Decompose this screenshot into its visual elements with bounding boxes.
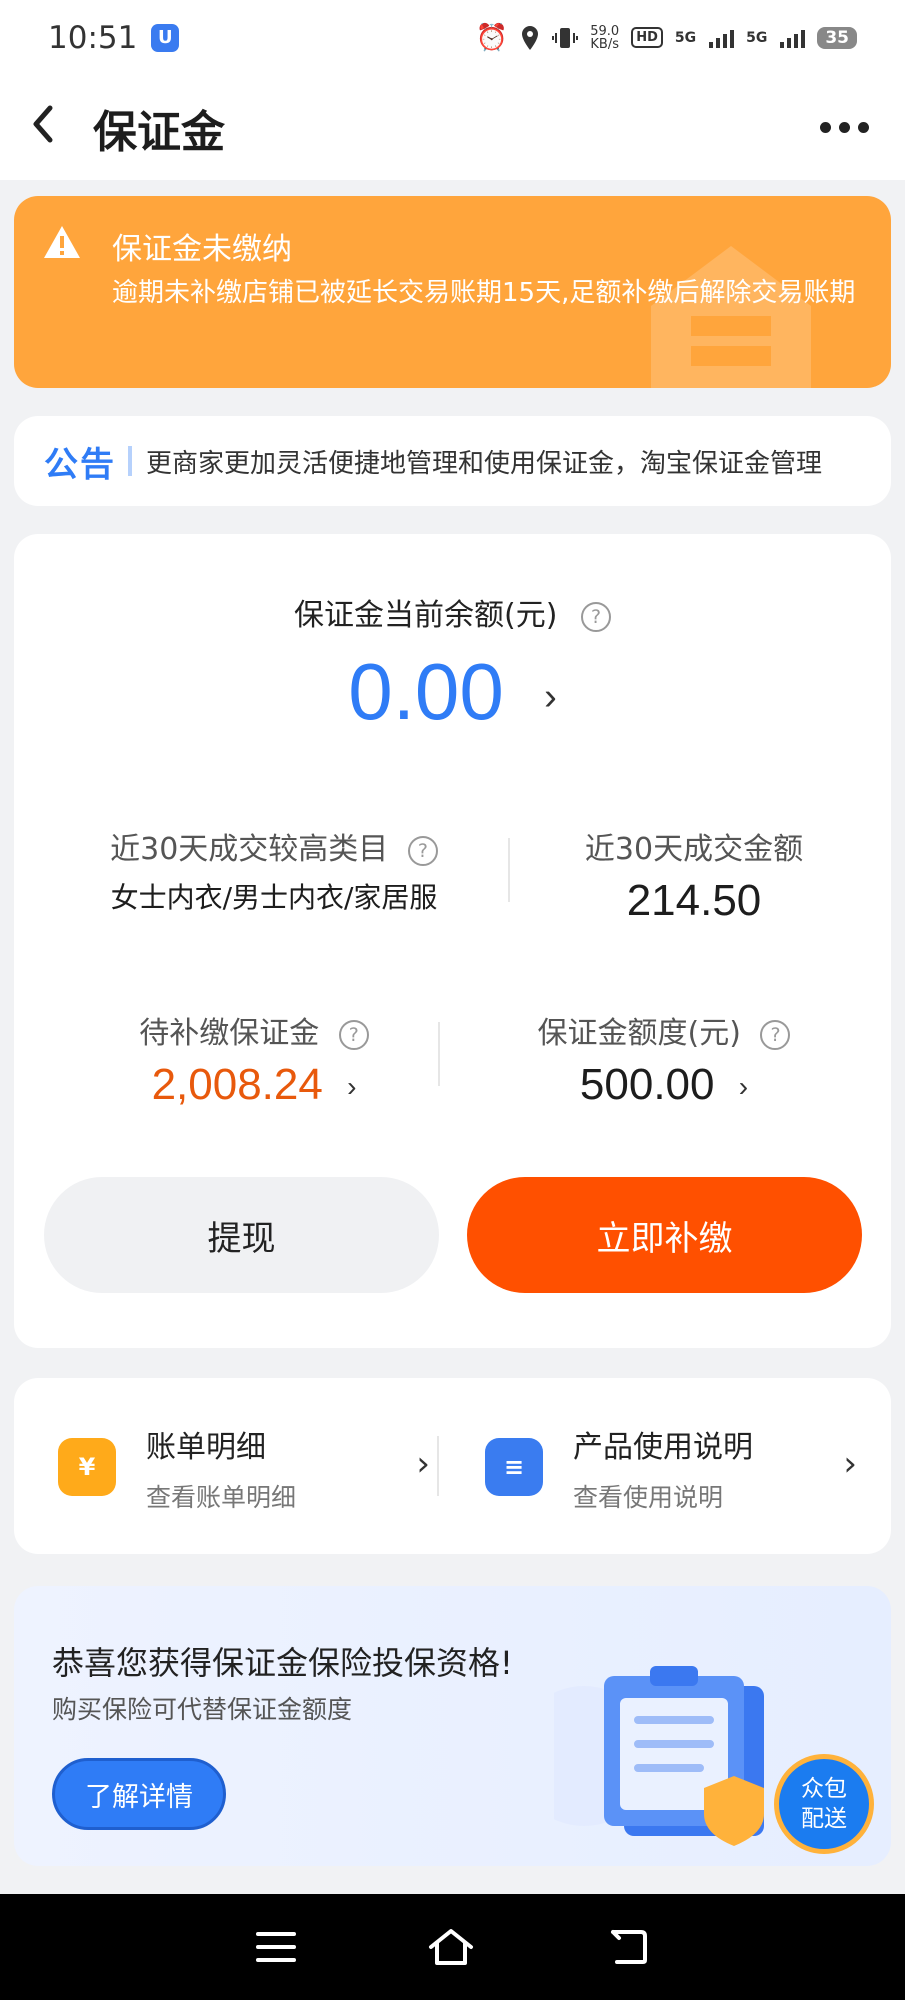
alarm-icon: ⏰	[475, 22, 509, 53]
float-button-line2: 配送	[801, 1806, 847, 1832]
product-guide-link[interactable]: ≡ 产品使用说明 查看使用说明 ›	[457, 1378, 867, 1554]
status-bar: 10:51 U ⏰ 59.0 KB/s HD 5G 5G 35	[0, 0, 905, 75]
deposit-quota-stat[interactable]: 保证金额度(元) ? 500.00 ›	[484, 1008, 844, 1110]
dot-icon	[858, 122, 869, 133]
announcement-text: 更商家更加灵活便捷地管理和使用保证金，淘宝保证金管理	[146, 448, 823, 479]
balance-amount: 0.00	[348, 647, 504, 736]
deposit-quota-label: 保证金额度(元)	[537, 1016, 741, 1051]
announcement-divider	[128, 446, 132, 476]
pending-deposit-label: 待补缴保证金	[139, 1016, 320, 1051]
chevron-right-icon: ›	[738, 1071, 749, 1103]
chevron-left-icon	[33, 105, 53, 142]
deposit-quota-value: 500.00	[579, 1060, 715, 1109]
clipboard-illustration	[554, 1666, 764, 1846]
chevron-right-icon: ›	[347, 1071, 357, 1103]
help-icon[interactable]: ?	[407, 835, 438, 866]
balance-amount-link[interactable]: 0.00 ›	[14, 646, 891, 738]
signal-bars-icon	[709, 29, 735, 48]
warning-icon	[44, 226, 80, 258]
location-icon	[522, 25, 539, 50]
divider	[438, 1022, 440, 1086]
alert-title: 保证金未缴纳	[112, 232, 292, 267]
announcement-label: 公告	[44, 444, 116, 485]
pending-deposit-value: 2,008.24	[151, 1060, 323, 1109]
product-guide-title: 产品使用说明	[573, 1430, 753, 1465]
insurance-promo-card: 恭喜您获得保证金保险投保资格! 购买保险可代替保证金额度 了解详情 众包 配送	[14, 1586, 891, 1866]
bill-details-title: 账单明细	[146, 1430, 266, 1465]
learn-more-button[interactable]: 了解详情	[52, 1758, 226, 1830]
home-icon[interactable]	[427, 1927, 475, 1967]
network-speed: 59.0 KB/s	[590, 23, 620, 52]
more-menu-button[interactable]	[820, 122, 869, 133]
balance-label-row: 保证金当前余额(元) ?	[14, 590, 891, 634]
product-guide-subtitle: 查看使用说明	[573, 1483, 724, 1512]
deal-amount-label: 近30天成交金额	[584, 832, 804, 867]
quick-links-card: ¥ 账单明细 查看账单明细 › ≡ 产品使用说明 查看使用说明 ›	[14, 1378, 891, 1554]
deposit-unpaid-alert: 保证金未缴纳 逾期未补缴店铺已被延长交易账期15天,足额补缴后解除交易账期	[14, 196, 891, 388]
top-category-label: 近30天成交较高类目	[110, 832, 389, 867]
nav-bar: 保证金	[0, 75, 905, 180]
menu-icon[interactable]	[255, 1930, 296, 1964]
divider	[437, 1436, 439, 1496]
chevron-right-icon: ›	[544, 676, 557, 719]
hd-voice-icon: HD	[631, 27, 663, 48]
announcement-bar[interactable]: 公告 更商家更加灵活便捷地管理和使用保证金，淘宝保证金管理	[14, 416, 891, 506]
chevron-right-icon: ›	[843, 1444, 857, 1484]
status-icons: ⏰ 59.0 KB/s HD 5G 5G 35	[476, 23, 857, 53]
dot-icon	[839, 122, 850, 133]
back-button[interactable]	[30, 101, 85, 155]
float-button-line1: 众包	[801, 1776, 847, 1802]
withdraw-button[interactable]: 提现	[44, 1177, 439, 1293]
help-icon[interactable]: ?	[580, 601, 611, 632]
deposit-summary-card: 保证金当前余额(元) ? 0.00 › 近30天成交较高类目 ? 女士内衣/男士…	[14, 534, 891, 1348]
dot-icon	[820, 122, 831, 133]
signal-5g-sim1-icon: 5G	[674, 29, 697, 46]
help-icon[interactable]: ?	[760, 1019, 791, 1050]
vibrate-icon	[552, 27, 579, 48]
promo-subtitle: 购买保险可代替保证金额度	[52, 1695, 353, 1724]
app-notification-icon: U	[151, 23, 180, 52]
divider	[508, 838, 510, 902]
alert-description: 逾期未补缴店铺已被延长交易账期15天,足额补缴后解除交易账期	[112, 278, 856, 308]
help-icon[interactable]: ?	[338, 1019, 369, 1050]
top-category-stat: 近30天成交较高类目 ? 女士内衣/男士内衣/家居服	[34, 824, 514, 916]
balance-label: 保证金当前余额(元)	[294, 598, 558, 633]
pay-now-button[interactable]: 立即补缴	[467, 1177, 862, 1293]
signal-bars-icon	[780, 29, 806, 48]
crowd-delivery-float-button[interactable]: 众包 配送	[774, 1754, 874, 1854]
deal-amount-stat: 近30天成交金额 214.50	[524, 824, 864, 926]
bill-icon: ¥	[58, 1438, 116, 1496]
status-time: 10:51	[48, 19, 138, 56]
back-icon[interactable]	[607, 1928, 649, 1966]
signal-5g-sim2-icon: 5G	[746, 29, 768, 46]
promo-title: 恭喜您获得保证金保险投保资格!	[52, 1644, 513, 1682]
deal-amount-value: 214.50	[626, 876, 762, 925]
chevron-right-icon: ›	[416, 1444, 430, 1484]
pending-deposit-stat[interactable]: 待补缴保证金 ? 2,008.24 ›	[84, 1008, 424, 1110]
document-icon: ≡	[485, 1438, 543, 1496]
bill-details-link[interactable]: ¥ 账单明细 查看账单明细 ›	[30, 1378, 440, 1554]
battery-icon: 35	[817, 26, 857, 49]
top-category-value: 女士内衣/男士内衣/家居服	[110, 881, 438, 914]
bill-details-subtitle: 查看账单明细	[146, 1483, 297, 1512]
system-nav-bar	[0, 1894, 905, 2000]
page-title: 保证金	[93, 106, 225, 158]
